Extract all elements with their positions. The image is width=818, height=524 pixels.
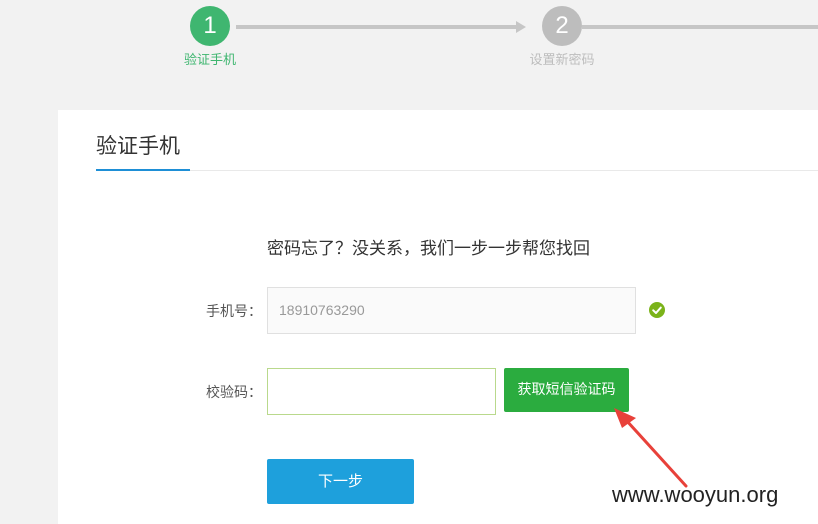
active-tab-underline [96, 169, 190, 171]
step-connector-arrowhead [516, 21, 526, 33]
check-icon [649, 302, 665, 318]
phone-input[interactable]: 18910763290 [267, 287, 636, 334]
step-2-label: 设置新密码 [529, 53, 595, 68]
verify-phone-card: 验证手机 密码忘了？没关系，我们一步一步帮您找回 手机号： 1891076329… [58, 110, 818, 524]
page-subtitle: 密码忘了？没关系，我们一步一步帮您找回 [267, 239, 590, 259]
watermark-text: www.wooyun.org [612, 482, 779, 507]
code-label: 校验码： [206, 385, 262, 401]
step-1-circle: 1 [190, 6, 230, 46]
header-divider [190, 170, 818, 171]
step-connector-1 [236, 25, 518, 29]
phone-label: 手机号： [206, 304, 262, 320]
step-connector-2 [582, 25, 818, 29]
get-sms-code-button[interactable]: 获取短信验证码 [504, 368, 629, 412]
step-1-label: 验证手机 [183, 53, 236, 68]
next-step-button[interactable]: 下一步 [267, 459, 414, 504]
step-2-circle: 2 [542, 6, 582, 46]
verification-code-input[interactable] [267, 368, 496, 415]
card-title: 验证手机 [96, 134, 180, 158]
